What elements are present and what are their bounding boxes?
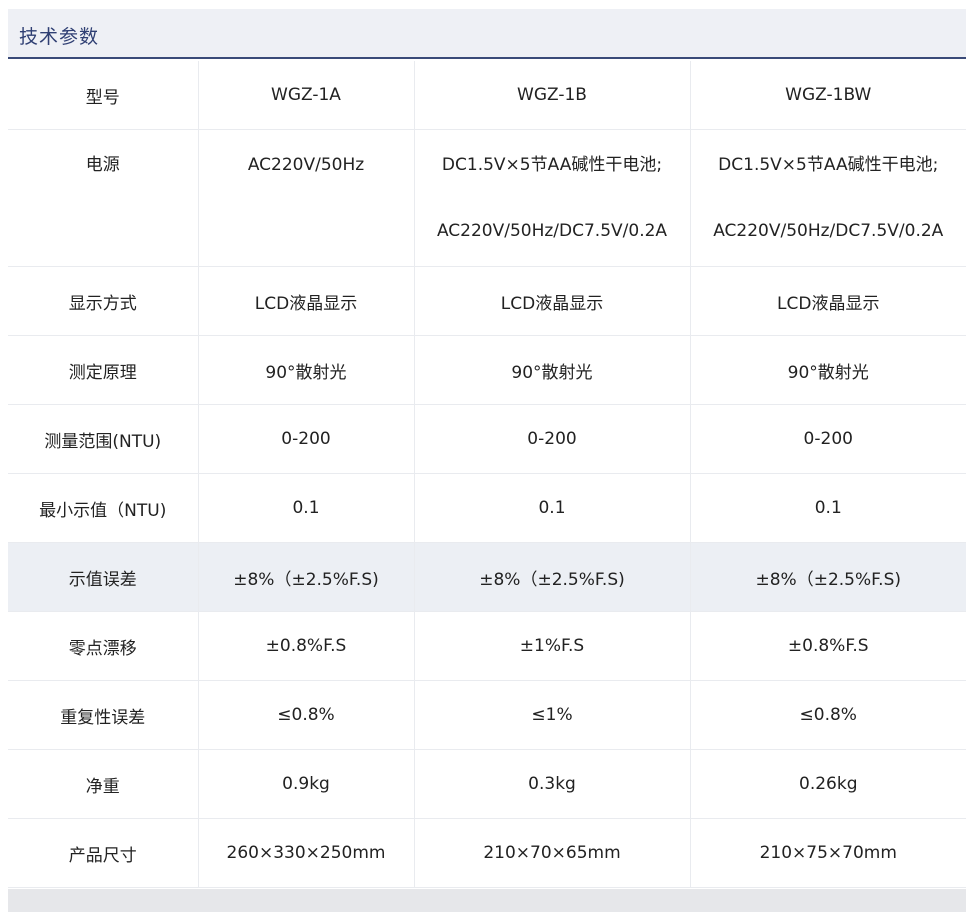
table-cell: ±8%（±2.5%F.S) xyxy=(198,542,415,612)
row-label: 型号 xyxy=(8,61,199,130)
cell-line: AC220V/50Hz/DC7.5V/0.2A xyxy=(713,221,944,241)
table-row-principle: 测定原理 90°散射光 90°散射光 90°散射光 xyxy=(8,335,966,405)
row-label: 测定原理 xyxy=(8,335,199,405)
table-row-size: 产品尺寸 260×330×250mm 210×70×65mm 210×75×70… xyxy=(8,818,966,888)
table-cell: ±1%F.S xyxy=(414,611,691,681)
table-cell: ±0.8%F.S xyxy=(690,611,966,681)
table-cell: 0-200 xyxy=(198,404,415,474)
table-row-weight: 净重 0.9kg 0.3kg 0.26kg xyxy=(8,749,966,819)
row-label: 重复性误差 xyxy=(8,680,199,750)
table-cell: DC1.5V×5节AA碱性干电池; AC220V/50Hz/DC7.5V/0.2… xyxy=(690,129,966,267)
table-cell: ≤0.8% xyxy=(198,680,415,750)
table-cell: 90°散射光 xyxy=(198,335,415,405)
table-cell: WGZ-1BW xyxy=(690,61,966,130)
table-cell: WGZ-1B xyxy=(414,61,691,130)
table-cell: LCD液晶显示 xyxy=(414,266,691,336)
row-label: 显示方式 xyxy=(8,266,199,336)
table-cell: LCD液晶显示 xyxy=(198,266,415,336)
footer-bar xyxy=(8,889,966,912)
table-cell: ±0.8%F.S xyxy=(198,611,415,681)
table-cell: AC220V/50Hz xyxy=(198,129,415,267)
table-cell: 0.1 xyxy=(198,473,415,543)
table-row-zero-drift: 零点漂移 ±0.8%F.S ±1%F.S ±0.8%F.S xyxy=(8,611,966,681)
table-row-min-reading: 最小示值（NTU) 0.1 0.1 0.1 xyxy=(8,473,966,543)
table-cell: 210×75×70mm xyxy=(690,818,966,888)
table-cell: 90°散射光 xyxy=(414,335,691,405)
table-cell: 0.3kg xyxy=(414,749,691,819)
table-cell: 90°散射光 xyxy=(690,335,966,405)
row-label: 最小示值（NTU) xyxy=(8,473,199,543)
table-cell: 0.1 xyxy=(414,473,691,543)
table-cell: ≤0.8% xyxy=(690,680,966,750)
table-cell: 260×330×250mm xyxy=(198,818,415,888)
table-cell: ≤1% xyxy=(414,680,691,750)
spec-table: 型号 WGZ-1A WGZ-1B WGZ-1BW 电源 AC220V/50Hz … xyxy=(8,61,966,888)
table-cell: 0.26kg xyxy=(690,749,966,819)
table-row-power: 电源 AC220V/50Hz DC1.5V×5节AA碱性干电池; AC220V/… xyxy=(8,129,966,267)
table-cell: 0.1 xyxy=(690,473,966,543)
cell-line: AC220V/50Hz xyxy=(247,155,365,175)
table-row-model: 型号 WGZ-1A WGZ-1B WGZ-1BW xyxy=(8,61,966,130)
table-cell: ±8%（±2.5%F.S) xyxy=(414,542,691,612)
row-label-text: 电源 xyxy=(85,155,120,175)
table-cell: DC1.5V×5节AA碱性干电池; AC220V/50Hz/DC7.5V/0.2… xyxy=(414,129,691,267)
table-row-repeatability: 重复性误差 ≤0.8% ≤1% ≤0.8% xyxy=(8,680,966,750)
table-cell: ±8%（±2.5%F.S) xyxy=(690,542,966,612)
table-row-range: 测量范围(NTU) 0-200 0-200 0-200 xyxy=(8,404,966,474)
table-row-display: 显示方式 LCD液晶显示 LCD液晶显示 LCD液晶显示 xyxy=(8,266,966,336)
section-header: 技术参数 xyxy=(8,9,966,59)
table-cell: 210×70×65mm xyxy=(414,818,691,888)
table-cell: WGZ-1A xyxy=(198,61,415,130)
cell-line: DC1.5V×5节AA碱性干电池; xyxy=(441,155,663,175)
cell-line: AC220V/50Hz/DC7.5V/0.2A xyxy=(436,221,668,241)
row-label: 净重 xyxy=(8,749,199,819)
table-row-error: 示值误差 ±8%（±2.5%F.S) ±8%（±2.5%F.S) ±8%（±2.… xyxy=(8,542,966,612)
table-cell: LCD液晶显示 xyxy=(690,266,966,336)
table-cell: 0-200 xyxy=(690,404,966,474)
row-label: 产品尺寸 xyxy=(8,818,199,888)
row-label: 测量范围(NTU) xyxy=(8,404,199,474)
row-label: 电源 xyxy=(8,129,199,267)
table-cell: 0.9kg xyxy=(198,749,415,819)
row-label: 零点漂移 xyxy=(8,611,199,681)
cell-line: DC1.5V×5节AA碱性干电池; xyxy=(718,155,939,175)
section-title: 技术参数 xyxy=(19,26,100,48)
row-label: 示值误差 xyxy=(8,542,199,612)
table-cell: 0-200 xyxy=(414,404,691,474)
